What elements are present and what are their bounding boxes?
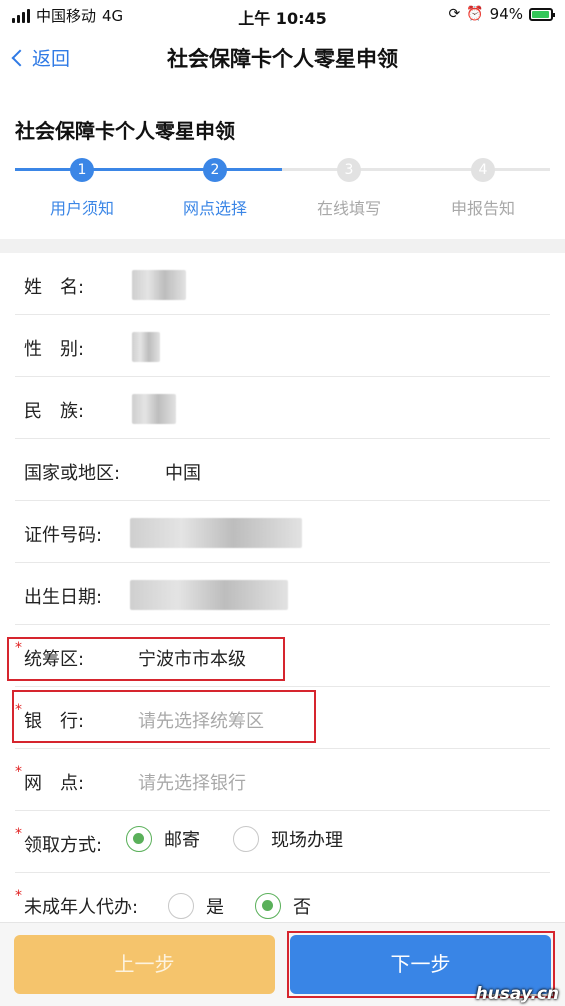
progress-steps: 1 用户须知 2 网点选择 3 在线填写 4 申报告知 [15,155,550,225]
gender-label: 性 别: [24,339,85,360]
ethnicity-label: 民 族: [24,401,85,422]
rotation-lock-icon: ⟳ [448,6,461,22]
required-mark: * [15,826,22,842]
gender-row: 性 别: [15,315,550,377]
name-row: 姓 名: [15,253,550,315]
id-number-row: 证件号码: [15,501,550,563]
step-number: 2 [203,158,227,182]
pickup-onsite-option[interactable]: 现场办理 [233,826,343,852]
page-title: 社会保障卡个人零星申领 [167,47,398,71]
highlight-box-district [7,637,285,681]
alarm-icon: ⏰ [466,6,484,22]
step-label: 在线填写 [316,199,381,218]
birth-date-redacted [130,580,288,610]
radio-checked-icon[interactable] [255,893,281,919]
step-branch-select: 2 网点选择 [148,155,282,219]
id-number-redacted [130,518,302,548]
section-title: 社会保障卡个人零星申领 [15,119,235,143]
pickup-mail-option[interactable]: 邮寄 [126,826,200,852]
radio-unchecked-icon[interactable] [168,893,194,919]
step-declaration: 4 申报告知 [416,155,550,219]
minor-no-option[interactable]: 否 [255,893,311,919]
branch-row[interactable]: * 网 点: 请先选择银行 [15,749,550,811]
minor-yes-option[interactable]: 是 [168,893,224,919]
battery-icon [529,7,555,21]
branch-label: 网 点: [24,773,85,794]
highlight-box-bank [12,690,316,743]
radio-checked-icon[interactable] [126,826,152,852]
branch-select[interactable]: 请先选择银行 [138,769,246,795]
required-mark: * [15,888,22,904]
step-label: 用户须知 [49,199,114,218]
step-number: 1 [70,158,94,182]
radio-unchecked-icon[interactable] [233,826,259,852]
status-bar: 中国移动 4G 上午 10:45 ⟳ ⏰ 94% [0,0,565,30]
step-label: 申报告知 [450,199,515,218]
ethnicity-row: 民 族: [15,377,550,439]
option-label: 否 [293,897,311,918]
step-user-notice: 1 用户须知 [15,155,149,219]
section-divider [0,239,565,253]
option-label: 是 [206,897,224,918]
country-row: 国家或地区: 中国 [15,439,550,501]
ethnicity-value-redacted [132,394,176,424]
option-label: 邮寄 [164,830,200,851]
pickup-method-label: 领取方式: [24,835,103,856]
nav-bar: 返回 社会保障卡个人零星申领 [0,30,565,86]
step-label: 网点选择 [182,199,247,218]
country-value: 中国 [165,463,201,484]
birth-date-row: 出生日期: [15,563,550,625]
watermark: husay.cn [475,984,559,1004]
id-number-label: 证件号码: [24,525,103,546]
status-right: ⟳ ⏰ 94% [448,5,555,23]
birth-date-label: 出生日期: [24,587,103,608]
name-value-redacted [132,270,186,300]
required-mark: * [15,764,22,780]
name-label: 姓 名: [24,277,85,298]
option-label: 现场办理 [271,830,343,851]
minor-proxy-label: 未成年人代办: [24,897,139,918]
previous-step-button[interactable]: 上一步 [14,935,275,994]
application-form: 姓 名: 性 别: 民 族: 国家或地区: 中国 证件号码: 出生日期: * 统… [15,253,550,935]
gender-value-redacted [132,332,160,362]
battery-percent: 94% [489,5,523,23]
step-number: 3 [337,158,361,182]
pickup-method-row: * 领取方式: 邮寄 现场办理 [15,811,550,873]
step-online-fill: 3 在线填写 [282,155,416,219]
bottom-action-bar: 上一步 下一步 husay.cn [0,922,565,1006]
step-number: 4 [471,158,495,182]
country-label: 国家或地区: [24,463,121,484]
